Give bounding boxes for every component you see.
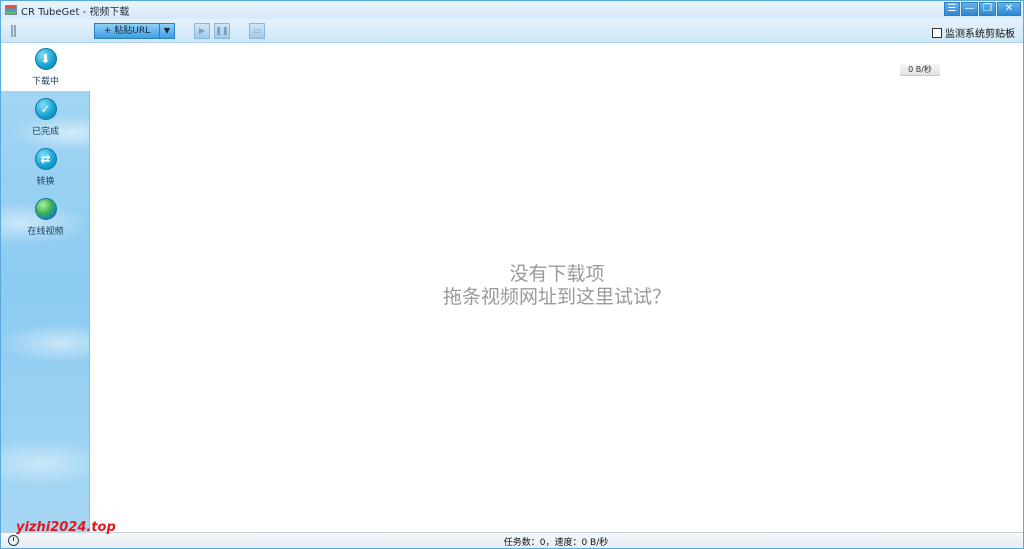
sidebar-item-completed[interactable]: ✓ 已完成 bbox=[1, 93, 90, 141]
monitor-clipboard-checkbox[interactable] bbox=[932, 27, 942, 38]
restore-icon[interactable]: ❐ bbox=[979, 2, 996, 16]
empty-state-line1: 没有下载项 bbox=[509, 263, 605, 285]
toolbar: + 粘贴URL ▼ ▶ ❚❚ ▭ 监测系统剪贴板 bbox=[1, 19, 1023, 43]
empty-state-line2: 拖条视频网址到这里试试？ bbox=[442, 286, 671, 308]
watermark: yizhi2024.top bbox=[16, 520, 116, 535]
download-icon: ⬇ bbox=[34, 48, 57, 70]
sidebar-item-label: 下载中 bbox=[31, 77, 59, 87]
minimize-icon[interactable]: — bbox=[961, 2, 978, 16]
convert-icon: ⇄ bbox=[34, 148, 57, 170]
globe-icon bbox=[34, 198, 57, 220]
menu-icon[interactable]: ☰ bbox=[944, 2, 960, 16]
download-list-area[interactable]: 0 B/秒 没有下载项 拖条视频网址到这里试试？ bbox=[91, 43, 1023, 532]
app-logo-icon bbox=[5, 5, 17, 15]
status-bar: 任务数：0，速度：0 B/秒 bbox=[1, 532, 1023, 548]
empty-state-message: 没有下载项 拖条视频网址到这里试试？ bbox=[91, 263, 1023, 309]
sidebar-item-label: 转换 bbox=[36, 177, 55, 187]
sidebar-item-label: 已完成 bbox=[31, 127, 59, 137]
paste-url-button[interactable]: + 粘贴URL bbox=[94, 23, 159, 39]
sidebar-item-convert[interactable]: ⇄ 转换 bbox=[1, 143, 90, 191]
window-title: CR TubeGet - 视频下载 bbox=[21, 6, 130, 18]
check-icon: ✓ bbox=[34, 98, 57, 120]
window-controls: ☰ — ❐ ✕ bbox=[944, 2, 1021, 16]
sidebar-item-online-video[interactable]: 在线视频 bbox=[1, 193, 90, 241]
status-text: 任务数：0，速度：0 B/秒 bbox=[503, 538, 609, 548]
sidebar: ⬇ 下载中 ✓ 已完成 ⇄ 转换 在线视频 bbox=[1, 43, 90, 532]
sidebar-item-downloading[interactable]: ⬇ 下载中 bbox=[1, 43, 90, 91]
sidebar-toggle-grip[interactable] bbox=[11, 25, 16, 37]
app-window: CR TubeGet - 视频下载 ☰ — ❐ ✕ + 粘贴URL ▼ ▶ ❚❚… bbox=[0, 0, 1024, 549]
title-bar[interactable]: CR TubeGet - 视频下载 ☰ — ❐ ✕ bbox=[1, 1, 1023, 19]
settings-icon[interactable]: ▭ bbox=[249, 23, 265, 39]
pause-icon[interactable]: ❚❚ bbox=[214, 23, 230, 39]
speed-indicator: 0 B/秒 bbox=[900, 64, 940, 76]
dropdown-arrow-icon[interactable]: ▼ bbox=[159, 23, 175, 39]
monitor-clipboard[interactable]: 监测系统剪贴板 bbox=[932, 25, 1015, 40]
play-icon[interactable]: ▶ bbox=[194, 23, 210, 39]
sidebar-item-label: 在线视频 bbox=[27, 227, 64, 237]
close-icon[interactable]: ✕ bbox=[997, 2, 1021, 16]
monitor-clipboard-label: 监测系统剪贴板 bbox=[945, 29, 1015, 40]
